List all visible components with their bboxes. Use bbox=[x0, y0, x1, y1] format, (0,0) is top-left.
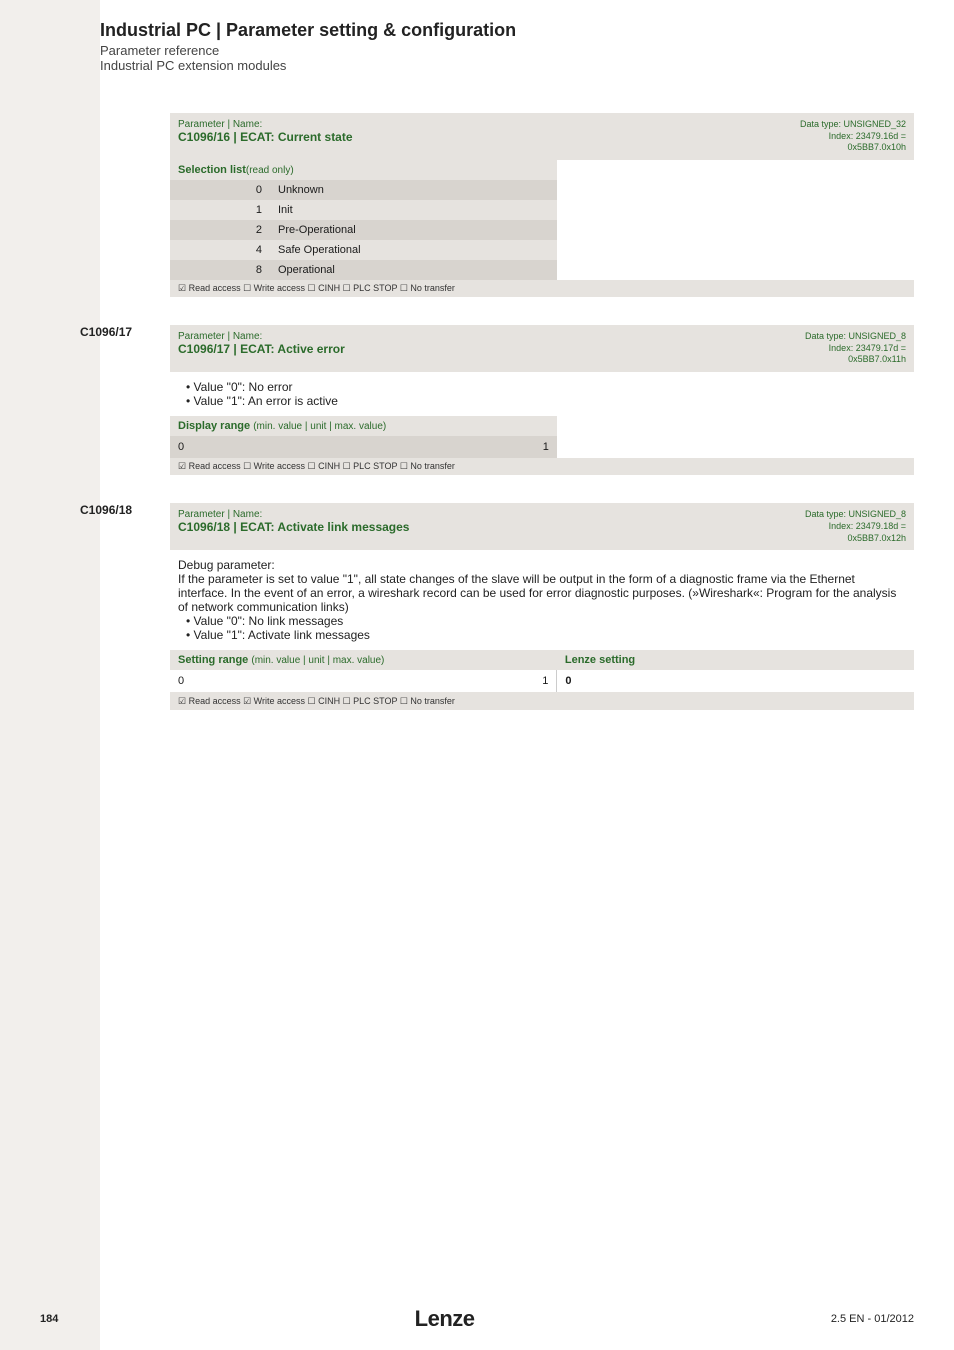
table-row: 2Pre-Operational bbox=[170, 220, 557, 240]
left-band bbox=[0, 0, 100, 1350]
dt-line: Index: 23479.16d = bbox=[800, 131, 906, 143]
range-label: Display range bbox=[178, 420, 250, 432]
table-row: 4Safe Operational bbox=[170, 240, 557, 260]
list-num: 2 bbox=[170, 220, 270, 240]
dt-line: Index: 23479.18d = bbox=[805, 521, 906, 533]
param-name: C1096/18 | ECAT: Activate link messages bbox=[178, 520, 409, 534]
range-max: 1 bbox=[494, 670, 557, 692]
selection-list-table: Selection list(read only) 0Unknown 1Init… bbox=[170, 160, 557, 280]
param-block-c1096-16: Parameter | Name: C1096/16 | ECAT: Curre… bbox=[170, 113, 914, 297]
list-val: Safe Operational bbox=[270, 240, 557, 260]
list-num: 1 bbox=[170, 200, 270, 220]
desc-item: Value "1": Activate link messages bbox=[186, 628, 906, 642]
desc-intro: Debug parameter: bbox=[178, 558, 906, 572]
range-suffix: (min. value | unit | max. value) bbox=[253, 421, 386, 432]
param-header: Parameter | Name: C1096/18 | ECAT: Activ… bbox=[170, 503, 914, 550]
desc-item: Value "1": An error is active bbox=[186, 394, 906, 408]
desc-item: Value "0": No error bbox=[186, 380, 906, 394]
dt-line: 0x5BB7.0x12h bbox=[805, 533, 906, 545]
lenze-setting-label: Lenze setting bbox=[557, 650, 914, 670]
param-name-label: Parameter | Name: bbox=[178, 509, 409, 520]
selection-list-label: Selection list bbox=[178, 164, 246, 176]
dt-line: Data type: UNSIGNED_8 bbox=[805, 331, 906, 343]
param-description: Value "0": No error Value "1": An error … bbox=[170, 372, 914, 416]
table-row: 1Init bbox=[170, 200, 557, 220]
table-row: 0Unknown bbox=[170, 180, 557, 200]
param-header: Parameter | Name: C1096/16 | ECAT: Curre… bbox=[170, 113, 914, 160]
range-label: Setting range bbox=[178, 654, 248, 666]
desc-paragraph: If the parameter is set to value "1", al… bbox=[178, 572, 906, 614]
brand-logo: Lenze bbox=[415, 1306, 475, 1332]
range-min: 0 bbox=[170, 436, 450, 458]
param-block-c1096-17: C1096/17 Parameter | Name: C1096/17 | EC… bbox=[170, 325, 914, 475]
range-unit bbox=[449, 670, 494, 692]
param-datatype: Data type: UNSIGNED_8 Index: 23479.17d =… bbox=[805, 331, 906, 366]
param-id: C1096/17 bbox=[80, 325, 132, 339]
list-num: 4 bbox=[170, 240, 270, 260]
table-row: 8Operational bbox=[170, 260, 557, 280]
access-flags: ☑ Read access ☐ Write access ☐ CINH ☐ PL… bbox=[170, 458, 914, 475]
dt-line: Data type: UNSIGNED_8 bbox=[805, 509, 906, 521]
table-row: 0 1 0 bbox=[170, 670, 914, 692]
dt-line: 0x5BB7.0x10h bbox=[800, 142, 906, 154]
dt-line: Data type: UNSIGNED_32 bbox=[800, 119, 906, 131]
page-number: 184 bbox=[40, 1313, 58, 1325]
list-val: Init bbox=[270, 200, 557, 220]
param-datatype: Data type: UNSIGNED_8 Index: 23479.18d =… bbox=[805, 509, 906, 544]
range-max: 1 bbox=[495, 436, 557, 458]
dt-line: Index: 23479.17d = bbox=[805, 343, 906, 355]
subtitle-2: Industrial PC extension modules bbox=[100, 58, 914, 73]
access-flags: ☑ Read access ☐ Write access ☐ CINH ☐ PL… bbox=[170, 280, 914, 297]
param-name-label: Parameter | Name: bbox=[178, 119, 353, 130]
lenze-setting-value: 0 bbox=[557, 670, 914, 692]
page-footer: 184 Lenze 2.5 EN - 01/2012 bbox=[0, 1306, 954, 1332]
param-datatype: Data type: UNSIGNED_32 Index: 23479.16d … bbox=[800, 119, 906, 154]
display-range-table: Display range (min. value | unit | max. … bbox=[170, 416, 914, 458]
param-name-label: Parameter | Name: bbox=[178, 331, 345, 342]
list-val: Unknown bbox=[270, 180, 557, 200]
table-row: 0 1 bbox=[170, 436, 914, 458]
selection-list-readonly: (read only) bbox=[246, 165, 294, 176]
list-val: Pre-Operational bbox=[270, 220, 557, 240]
range-suffix: (min. value | unit | max. value) bbox=[251, 655, 384, 666]
desc-item: Value "0": No link messages bbox=[186, 614, 906, 628]
list-num: 8 bbox=[170, 260, 270, 280]
revision: 2.5 EN - 01/2012 bbox=[831, 1313, 914, 1325]
page-title: Industrial PC | Parameter setting & conf… bbox=[100, 20, 914, 41]
subtitle-1: Parameter reference bbox=[100, 43, 914, 58]
param-header: Parameter | Name: C1096/17 | ECAT: Activ… bbox=[170, 325, 914, 372]
list-num: 0 bbox=[170, 180, 270, 200]
param-name: C1096/17 | ECAT: Active error bbox=[178, 342, 345, 356]
param-description: Debug parameter: If the parameter is set… bbox=[170, 550, 914, 650]
param-name: C1096/16 | ECAT: Current state bbox=[178, 130, 353, 144]
list-val: Operational bbox=[270, 260, 557, 280]
dt-line: 0x5BB7.0x11h bbox=[805, 354, 906, 366]
param-id: C1096/18 bbox=[80, 503, 132, 517]
access-flags: ☑ Read access ☑ Write access ☐ CINH ☐ PL… bbox=[170, 692, 914, 710]
param-block-c1096-18: C1096/18 Parameter | Name: C1096/18 | EC… bbox=[170, 503, 914, 710]
range-min: 0 bbox=[170, 670, 449, 692]
setting-range-table: Setting range (min. value | unit | max. … bbox=[170, 650, 914, 692]
range-unit bbox=[450, 436, 495, 458]
